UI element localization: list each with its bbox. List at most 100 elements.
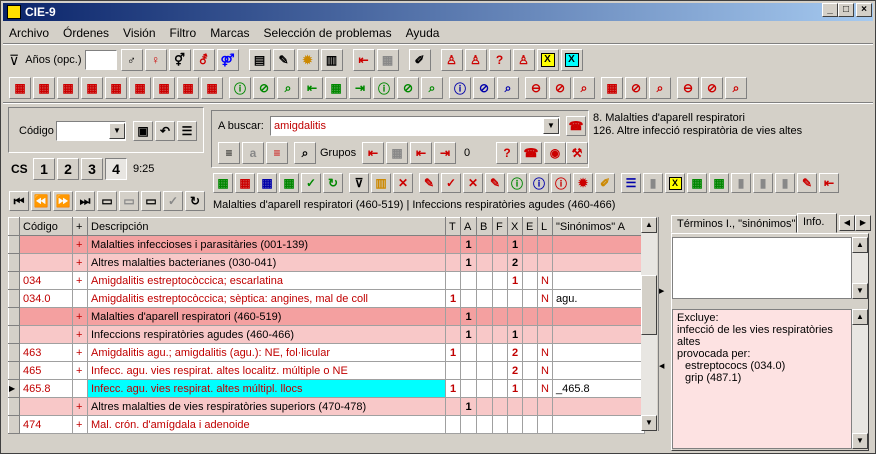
cell-b[interactable]	[476, 307, 493, 326]
search-input[interactable]: amigdalitis ▼	[270, 116, 560, 136]
years-input[interactable]	[84, 50, 117, 70]
cell-e[interactable]	[522, 253, 538, 272]
minimize-button[interactable]: _	[822, 3, 838, 17]
delete-record-icon[interactable]: ▭	[119, 191, 139, 211]
cell-l[interactable]: N	[537, 361, 553, 380]
phone-icon[interactable]: ☎	[520, 142, 542, 164]
grid-red7-icon[interactable]: ▦	[153, 77, 175, 99]
cell-l[interactable]	[537, 253, 553, 272]
cell-plus[interactable]: +	[72, 343, 88, 362]
cell-x[interactable]: 2	[507, 361, 523, 380]
cell-plus[interactable]	[72, 379, 88, 398]
info-scrollbar[interactable]: ▲ ▼	[852, 309, 868, 449]
scroll-up-icon[interactable]: ▲	[641, 217, 657, 233]
menu-ordenes[interactable]: Órdenes	[63, 26, 109, 40]
star-icon[interactable]: ✹	[296, 49, 319, 71]
cell-x[interactable]	[507, 415, 523, 434]
cell-sinonimos[interactable]	[552, 361, 645, 380]
cell-b[interactable]	[476, 325, 493, 344]
cell-e[interactable]	[522, 379, 538, 398]
synonyms-scrollbar[interactable]: ▲ ▼	[852, 237, 868, 299]
level-4-button[interactable]: 4	[105, 158, 127, 180]
table-row[interactable]: 463 + Amigdalitis agu.; amigdalitis (agu.)…	[8, 343, 645, 362]
block-blue-icon[interactable]: ⊘	[473, 77, 495, 99]
codigo-combo[interactable]: ▼	[56, 121, 126, 141]
col-gray2-icon[interactable]: ▮	[753, 173, 773, 193]
cell-x[interactable]: 1	[507, 271, 523, 290]
col-plus[interactable]: +	[72, 217, 88, 236]
cell-descripcion[interactable]: Amigdalitis agu.; amigdalitis (agu.): NE…	[87, 343, 446, 362]
cell-l[interactable]: N	[537, 289, 553, 308]
cell-a[interactable]: 1	[460, 307, 477, 326]
col-b[interactable]: B	[476, 217, 493, 236]
grid-red8-icon[interactable]: ▦	[177, 77, 199, 99]
cell-plus[interactable]: +	[72, 253, 88, 272]
cell-a[interactable]: 1	[460, 325, 477, 344]
male-female-icon[interactable]: ⚥	[168, 49, 191, 71]
box-x2-icon[interactable]: X	[560, 49, 583, 71]
cell-sinonimos[interactable]	[552, 397, 645, 416]
male-icon[interactable]: ♂	[120, 49, 143, 71]
menu-archivo[interactable]: Archivo	[9, 26, 49, 40]
cell-codigo[interactable]	[19, 307, 73, 326]
cell-sinonimos[interactable]	[552, 343, 645, 362]
cell-f[interactable]	[492, 325, 508, 344]
table-row[interactable]: + Infeccions respiratòries agudes (460-46…	[8, 325, 645, 344]
box-x-icon[interactable]: X	[536, 49, 559, 71]
block-green2-icon[interactable]: ⊘	[397, 77, 419, 99]
cell-descripcion[interactable]: Malalties infeccioses i parasitàries (00…	[87, 235, 446, 254]
grid-check-icon[interactable]: ▦	[279, 173, 299, 193]
people-icon[interactable]: ♙	[512, 49, 535, 71]
camera-icon[interactable]: ▣	[133, 121, 153, 141]
last-record-icon[interactable]: ⏭	[75, 191, 95, 211]
info-green-icon[interactable]: ⓘ	[229, 77, 251, 99]
group-3-icon[interactable]: ⇤	[410, 142, 432, 164]
block-red3-icon[interactable]: ⊘	[701, 77, 723, 99]
search-green-icon[interactable]: ⌕	[277, 77, 299, 99]
col-export-icon[interactable]: ⇤	[819, 173, 839, 193]
cell-t[interactable]	[445, 253, 461, 272]
cell-plus[interactable]: +	[72, 397, 88, 416]
mark-pen-icon[interactable]: ✐	[595, 173, 615, 193]
menu-vision[interactable]: Visión	[123, 26, 155, 40]
scroll-down-icon[interactable]: ▼	[641, 415, 657, 431]
scroll-up-icon[interactable]: ▲	[852, 237, 868, 253]
cell-codigo[interactable]: 463	[19, 343, 73, 362]
mark-info-icon[interactable]: ⓘ	[507, 173, 527, 193]
book-icon[interactable]: ▥	[320, 49, 343, 71]
cell-sinonimos[interactable]: agu.	[552, 289, 645, 308]
col-t[interactable]: T	[445, 217, 461, 236]
insert-record-icon[interactable]: ▭	[97, 191, 117, 211]
block-red-icon[interactable]: ⊘	[549, 77, 571, 99]
cell-codigo[interactable]	[19, 235, 73, 254]
grid-red6-icon[interactable]: ▦	[129, 77, 151, 99]
cell-codigo[interactable]: 034.0	[19, 289, 73, 308]
group-1-icon[interactable]: ⇤	[362, 142, 384, 164]
list-view-icon[interactable]: ☰	[621, 173, 641, 193]
export-icon[interactable]: ⇤	[352, 49, 375, 71]
cell-t[interactable]: 1	[445, 343, 461, 362]
cell-e[interactable]	[522, 325, 538, 344]
truck-icon[interactable]: ▦	[376, 49, 399, 71]
table-row[interactable]: + Altres malalties bacterianes (030-041) 1…	[8, 253, 645, 272]
cell-descripcion[interactable]: Infecc. agu. vies respirat. altes múltip…	[87, 379, 446, 398]
tab-scroll-left-icon[interactable]: ◀	[839, 215, 855, 231]
cell-l[interactable]	[537, 415, 553, 434]
menu-marcas[interactable]: Marcas	[210, 26, 249, 40]
post-record-icon[interactable]: ✓	[163, 191, 183, 211]
cell-descripcion[interactable]: Mal. crón. d'amígdala i adenoide	[87, 415, 446, 434]
cell-b[interactable]	[476, 361, 493, 380]
mark-info2-icon[interactable]: ⓘ	[529, 173, 549, 193]
col-gray3-icon[interactable]: ▮	[775, 173, 795, 193]
cell-e[interactable]	[522, 289, 538, 308]
document-icon[interactable]: ▤	[248, 49, 271, 71]
row-indicator[interactable]	[8, 253, 20, 272]
cell-a[interactable]	[460, 415, 477, 434]
cell-sinonimos[interactable]	[552, 271, 645, 290]
mark-pencil-icon[interactable]: ✎	[485, 173, 505, 193]
cell-codigo[interactable]	[19, 253, 73, 272]
maximize-button[interactable]: □	[838, 3, 854, 17]
refresh-green-icon[interactable]: ↻	[323, 173, 343, 193]
export-green-icon[interactable]: ⇤	[301, 77, 323, 99]
cell-f[interactable]	[492, 397, 508, 416]
